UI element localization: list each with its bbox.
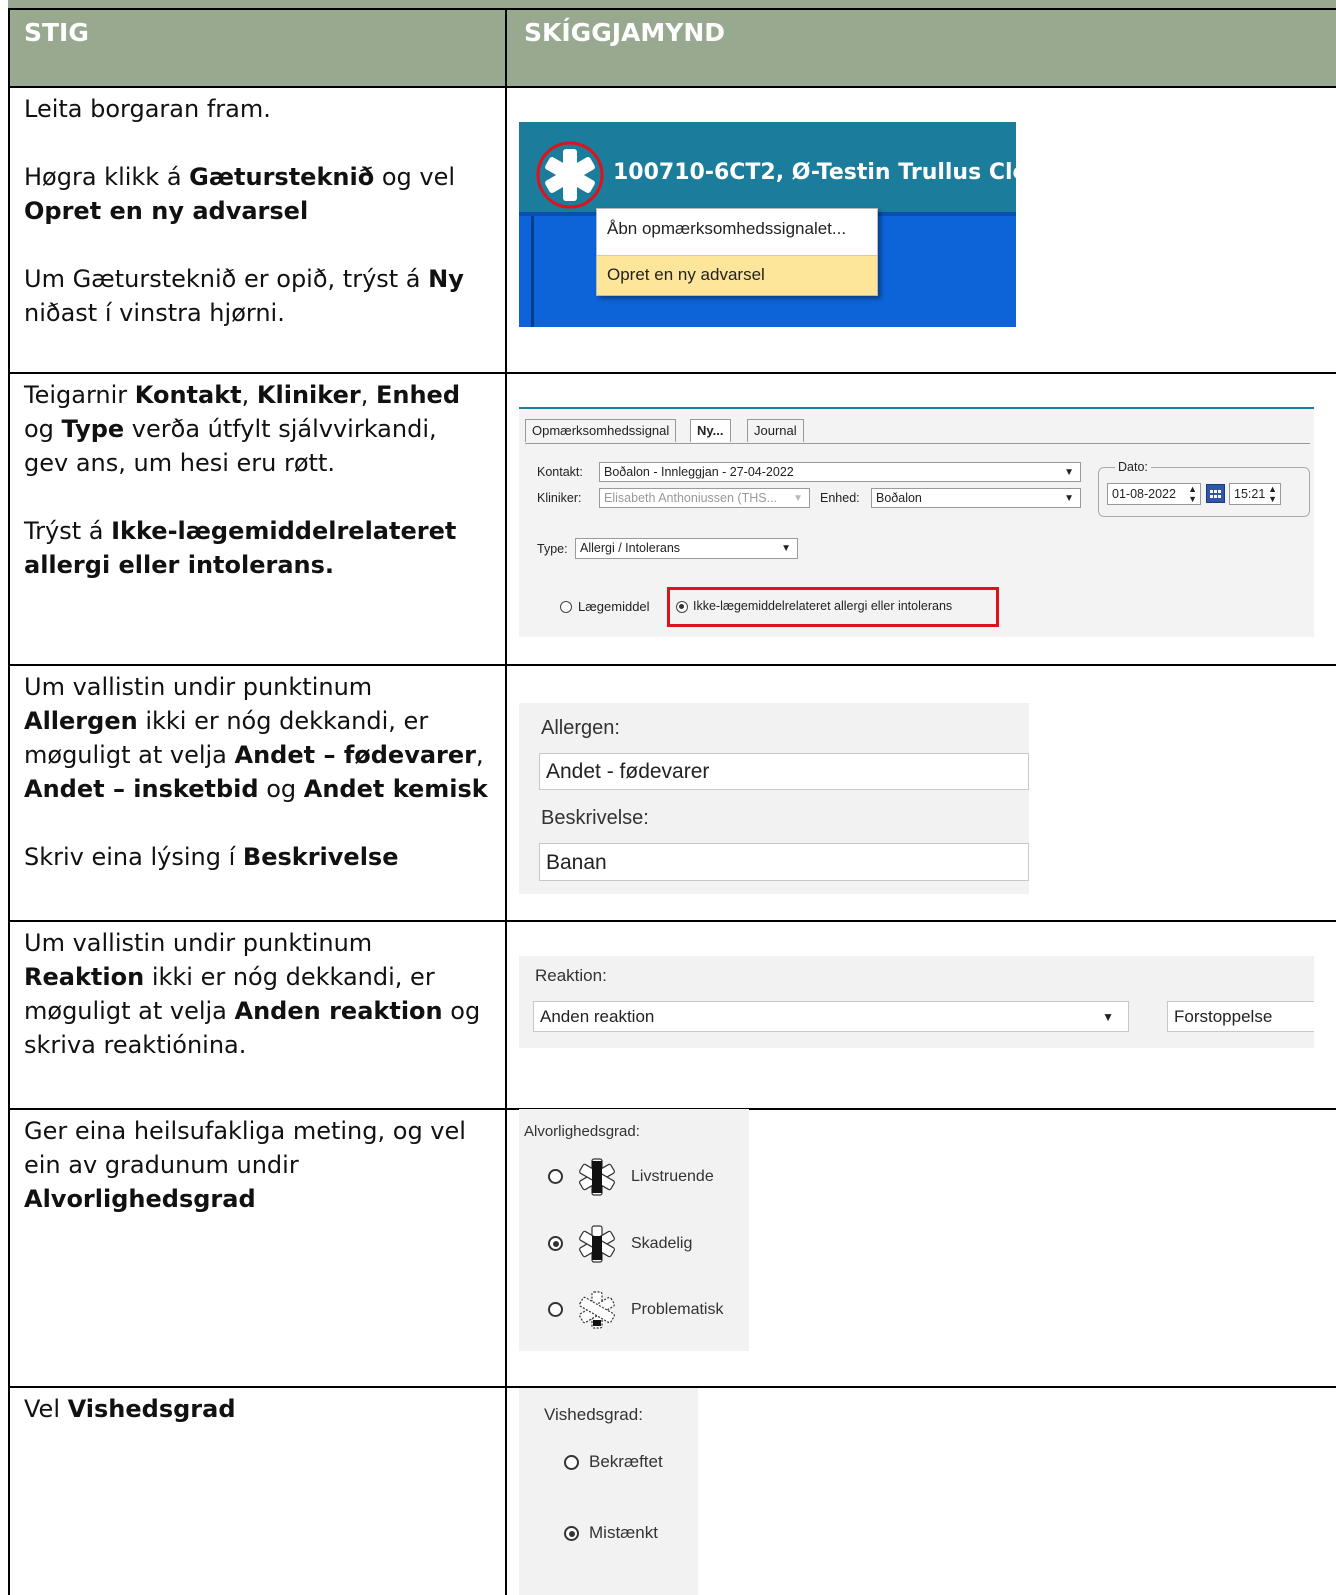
column-header-stig: STIG — [24, 18, 89, 47]
livstruende-label: Livstruende — [631, 1168, 714, 1185]
tab-journal[interactable]: Journal — [747, 419, 804, 442]
chevron-down-icon: ▼ — [781, 543, 791, 554]
reaktion-select[interactable]: Anden reaktion ▼ — [533, 1001, 1129, 1032]
radio-skadelig[interactable] — [548, 1236, 563, 1251]
row-divider — [8, 372, 1336, 374]
beskrivelse-field[interactable]: Banan — [539, 843, 1029, 881]
radio-livstruende[interactable] — [548, 1169, 563, 1184]
reaktion-label: Reaktion: — [535, 966, 607, 985]
bekraeftet-label: Bekræftet — [589, 1452, 663, 1471]
vishedsgrad-label: Vishedsgrad: — [544, 1405, 643, 1424]
severity-high-icon — [575, 1157, 619, 1202]
radio-bekraeftet[interactable] — [564, 1455, 579, 1470]
tab-bar: Opmærksomhedssignal Ny... Journal — [525, 419, 1310, 444]
kliniker-label: Kliniker: — [537, 491, 582, 505]
chevron-down-icon: ▼ — [1102, 1010, 1114, 1024]
skadelig-label: Skadelig — [631, 1235, 693, 1252]
step-5-text: Ger eina heilsufakliga meting, og vel ei… — [24, 1117, 466, 1213]
spinner-icon[interactable]: ▲ ▼ — [1188, 484, 1197, 504]
calendar-icon[interactable] — [1206, 484, 1225, 503]
tab-ny[interactable]: Ny... — [690, 419, 731, 442]
step-3-text: Um vallistin undir punktinum Allergen ik… — [24, 673, 488, 871]
date-field[interactable]: 01-08-2022 ▲ ▼ — [1107, 483, 1201, 505]
screenshot-warning-menu: 100710-6CT2, Ø-Testin Trullus Cler Åbn o… — [519, 122, 1016, 327]
table-header: STIG SKÍGGJAMYND — [8, 0, 1336, 86]
radio-laegemiddel[interactable] — [560, 601, 572, 613]
step-6-text: Vel Vishedsgrad — [24, 1395, 236, 1423]
table-border-top — [8, 8, 1336, 10]
mistaenkt-label: Mistænkt — [589, 1523, 658, 1542]
radio-ikke-laegemiddel-label: Ikke-lægemiddelrelateret allergi eller i… — [693, 599, 953, 613]
screenshot-alvorlighedsgrad: Alvorlighedsgrad: Livstruende Skadelig P… — [519, 1109, 749, 1351]
radio-ikke-laegemiddel[interactable] — [676, 601, 688, 613]
banner-strip-left — [531, 216, 534, 327]
warning-star-icon[interactable] — [535, 140, 605, 210]
context-menu: Åbn opmærksomhedssignalet... Opret en ny… — [596, 208, 878, 296]
radio-problematisk[interactable] — [548, 1302, 563, 1317]
kontakt-label: Kontakt: — [537, 465, 583, 479]
row-divider — [8, 664, 1336, 666]
step-1-text: Leita borgaran fram. Høgra klikk á Gætur… — [24, 95, 464, 327]
problematisk-label: Problematisk — [631, 1301, 724, 1318]
menu-item-open-signal[interactable]: Åbn opmærksomhedssignalet... — [597, 209, 877, 249]
spinner-icon[interactable]: ▲ ▼ — [1268, 484, 1277, 504]
column-divider — [505, 8, 507, 1595]
form-top-line — [519, 407, 1314, 409]
column-header-skiggjamynd: SKÍGGJAMYND — [524, 18, 726, 47]
tab-opmaerksomhedssignal[interactable]: Opmærksomhedssignal — [525, 419, 677, 442]
reaktion-text-field[interactable]: Forstoppelse — [1167, 1001, 1314, 1032]
severity-low-icon — [575, 1290, 619, 1335]
dato-label: Dato: — [1115, 460, 1151, 474]
screenshot-vishedsgrad: Vishedsgrad: Bekræftet Mistænkt — [519, 1388, 698, 1595]
patient-banner-text: 100710-6CT2, Ø-Testin Trullus Cler — [613, 160, 1016, 185]
beskrivelse-label: Beskrivelse: — [541, 807, 649, 829]
kontakt-select[interactable]: Boðalon - Innleggjan - 27-04-2022 ▼ — [599, 462, 1081, 482]
chevron-down-icon: ▼ — [1064, 467, 1074, 478]
severity-medium-icon — [575, 1224, 619, 1269]
radio-laegemiddel-label: Lægemiddel — [578, 599, 650, 614]
allergen-label: Allergen: — [541, 717, 620, 739]
chevron-down-icon: ▼ — [793, 493, 803, 504]
enhed-label: Enhed: — [820, 491, 860, 505]
radio-mistaenkt[interactable] — [564, 1526, 579, 1541]
alvorlighedsgrad-label: Alvorlighedsgrad: — [524, 1123, 640, 1140]
table-border-left — [8, 8, 10, 1595]
time-field[interactable]: 15:21 ▲ ▼ — [1229, 483, 1281, 505]
kliniker-select[interactable]: Elisabeth Anthoniussen (THS... ▼ — [599, 488, 810, 508]
step-2-text: Teigarnir Kontakt, Kliniker, Enhed og Ty… — [24, 381, 460, 579]
allergen-field[interactable]: Andet - fødevarer — [539, 753, 1029, 790]
type-label: Type: — [537, 542, 568, 556]
type-select[interactable]: Allergi / Intolerans ▼ — [575, 538, 798, 559]
menu-item-create-warning[interactable]: Opret en ny advarsel — [597, 255, 877, 295]
screenshot-allergen: Allergen: Andet - fødevarer Beskrivelse:… — [519, 703, 1029, 894]
screenshot-new-warning-form: Opmærksomhedssignal Ny... Journal Kontak… — [519, 407, 1314, 637]
enhed-select[interactable]: Boðalon ▼ — [871, 488, 1081, 508]
screenshot-reaktion: Reaktion: Anden reaktion ▼ Forstoppelse — [519, 956, 1314, 1048]
step-4-text: Um vallistin undir punktinum Reaktion ik… — [24, 929, 481, 1059]
row-divider — [8, 920, 1336, 922]
chevron-down-icon: ▼ — [1064, 493, 1074, 504]
row-divider — [8, 86, 1336, 88]
